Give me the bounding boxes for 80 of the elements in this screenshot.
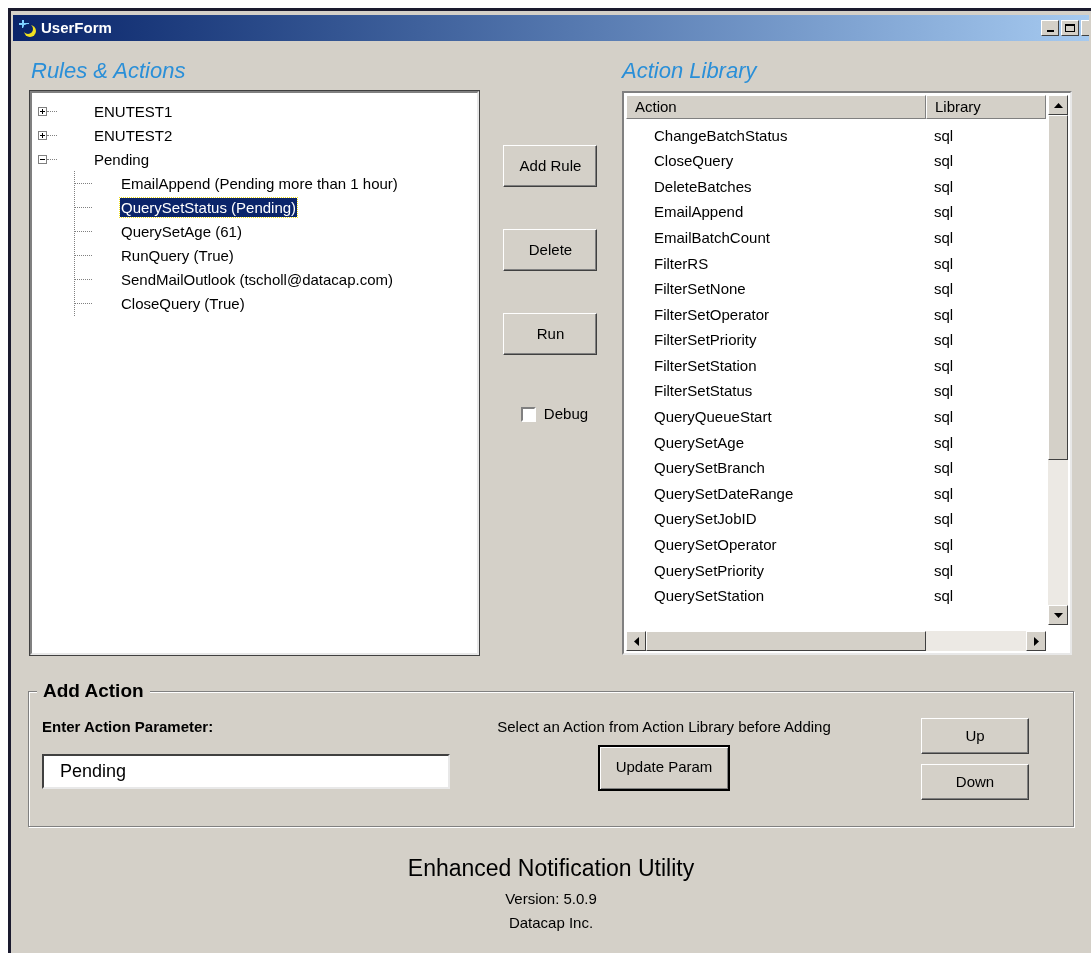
tree-item[interactable]: RunQuery (True) [120, 245, 235, 265]
table-cell-text: sql [934, 176, 954, 197]
tree-item[interactable]: ENUTEST1 [93, 101, 174, 121]
window-title: UserForm [41, 17, 112, 38]
table-cell-text: QuerySetStation [654, 586, 766, 607]
table-cell-text: sql [934, 355, 954, 376]
table-cell-text: CloseQuery [654, 151, 735, 172]
table-cell-text: QueryQueueStart [654, 407, 773, 428]
table-cell-text: FilterSetStation [654, 355, 758, 376]
table-cell-text: sql [934, 253, 954, 274]
tree-item[interactable]: CloseQuery (True) [120, 293, 246, 313]
move-button[interactable]: Down [921, 764, 1029, 800]
tree-item[interactable]: QuerySetStatus (Pending) [120, 197, 298, 217]
table-cell-text: FilterSetStatus [654, 381, 754, 402]
table-cell-text: sql [934, 125, 954, 146]
debug-label: Debug [543, 404, 589, 424]
table-cell-text: QuerySetJobID [654, 509, 758, 530]
table-cell-text: sql [934, 330, 954, 351]
app-icon [17, 18, 39, 38]
scroll-thumb[interactable] [646, 631, 926, 651]
table-cell-text: FilterRS [654, 253, 710, 274]
table-cell-text: sql [934, 483, 954, 504]
update-param-button[interactable]: Update Param [598, 744, 730, 791]
hint-text: Select an Action from Action Library before Adding [497, 717, 831, 737]
debug-checkbox[interactable] [520, 406, 536, 422]
table-cell-text: DeleteBatches [654, 176, 753, 197]
maximize-button[interactable] [1061, 20, 1079, 36]
table-cell-text: sql [934, 458, 954, 479]
table-cell-text: QuerySetAge [654, 432, 746, 453]
table-cell-text: QuerySetDateRange [654, 483, 795, 504]
scroll-left-icon[interactable] [633, 636, 639, 646]
table-cell-text: sql [934, 407, 954, 428]
action-button[interactable]: Delete [503, 229, 598, 271]
table-cell-text: QuerySetOperator [654, 535, 778, 556]
table-cell-text: QuerySetBranch [654, 458, 766, 479]
version-text: Version: 5.0.9 [505, 888, 597, 909]
column-header[interactable]: Action [626, 95, 926, 119]
table-cell-text: sql [934, 509, 954, 530]
section-heading: Action Library [622, 57, 759, 85]
table-cell-text: sql [934, 586, 954, 607]
section-heading: Rules & Actions [31, 57, 187, 85]
minimize-button[interactable] [1041, 20, 1059, 36]
tree-item[interactable]: QuerySetAge (61) [120, 221, 243, 241]
tree-item[interactable]: Pending [93, 149, 151, 169]
expand-icon[interactable] [38, 106, 47, 116]
table-cell-text: sql [934, 432, 954, 453]
table-cell-text: sql [934, 279, 954, 300]
horizontal-scrollbar[interactable] [626, 631, 1046, 651]
tree-item[interactable]: ENUTEST2 [93, 125, 174, 145]
table-cell-text: sql [934, 202, 954, 223]
collapse-icon[interactable] [38, 154, 47, 164]
table-cell-text: sql [934, 227, 954, 248]
vertical-scrollbar[interactable] [1048, 95, 1068, 625]
action-button[interactable]: Run [503, 313, 598, 355]
column-header[interactable]: Library [926, 95, 1046, 119]
scroll-down-icon[interactable] [1053, 612, 1063, 618]
table-cell-text: FilterSetNone [654, 279, 747, 300]
table-cell-text: FilterSetOperator [654, 304, 771, 325]
table-cell-text: sql [934, 304, 954, 325]
scroll-up-icon[interactable] [1053, 102, 1063, 108]
table-cell-text: EmailAppend [654, 202, 745, 223]
expand-icon[interactable] [38, 130, 47, 140]
move-button[interactable]: Up [921, 718, 1029, 754]
table-cell-text: FilterSetPriority [654, 330, 758, 351]
table-cell-text: ChangeBatchStatus [654, 125, 789, 146]
parameter-field[interactable]: Pending [42, 753, 450, 789]
table-cell-text: sql [934, 560, 954, 581]
tree-item[interactable]: SendMailOutlook (tscholl@datacap.com) [120, 269, 394, 289]
app-title: Enhanced Notification Utility [407, 854, 695, 883]
table-cell-text: EmailBatchCount [654, 227, 771, 248]
table-cell-text: sql [934, 151, 954, 172]
scroll-thumb[interactable] [1048, 115, 1068, 460]
table-cell-text: sql [934, 381, 954, 402]
table-cell-text: QuerySetPriority [654, 560, 766, 581]
scroll-right-icon[interactable] [1033, 636, 1039, 646]
field-label: Enter Action Parameter: [42, 717, 215, 737]
action-button[interactable]: Add Rule [503, 145, 598, 187]
company-text: Datacap Inc. [508, 913, 594, 933]
tree-item[interactable]: EmailAppend (Pending more than 1 hour) [120, 173, 399, 193]
table-cell-text: sql [934, 535, 954, 556]
